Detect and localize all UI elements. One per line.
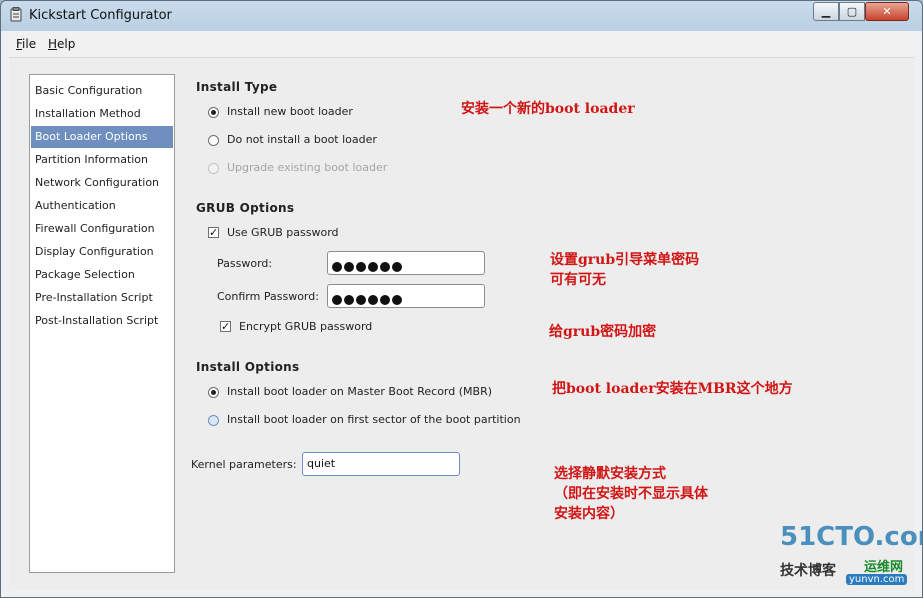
password-label: Password: [217, 257, 273, 270]
password-mask [332, 258, 404, 280]
menu-file[interactable]: File [16, 37, 36, 51]
annotation-encrypt: 给grub密码加密 [549, 324, 657, 340]
radio-install-new[interactable] [208, 107, 219, 118]
confirm-password-field[interactable] [327, 284, 485, 308]
annotation-silent-line1: 选择静默安装方式 [554, 466, 666, 482]
content-area: Basic Configuration Installation Method … [9, 57, 914, 590]
sidebar-item-basic-configuration[interactable]: Basic Configuration [31, 80, 173, 102]
sidebar-nav: Basic Configuration Installation Method … [29, 74, 175, 573]
minimize-button[interactable]: ▁ [813, 2, 839, 21]
radio-install-first-sector-label[interactable]: Install boot loader on first sector of t… [227, 413, 521, 426]
encrypt-grub-password-label[interactable]: Encrypt GRUB password [239, 320, 372, 333]
use-grub-password-checkbox[interactable]: ✓ [208, 227, 219, 238]
close-icon: ✕ [882, 5, 892, 18]
maximize-icon: ▢ [846, 5, 858, 18]
watermark-main: 51CTO.com [780, 522, 922, 552]
sidebar-item-boot-loader-options[interactable]: Boot Loader Options [31, 126, 173, 148]
confirm-password-mask [332, 291, 404, 313]
kernel-parameters-label: Kernel parameters: [191, 458, 297, 471]
watermark-yunwei: 运维网 [864, 560, 904, 575]
radio-do-not-install-label[interactable]: Do not install a boot loader [227, 133, 377, 146]
install-options-header: Install Options [196, 360, 300, 374]
sidebar-item-package-selection[interactable]: Package Selection [31, 264, 173, 286]
maximize-button[interactable]: ▢ [839, 2, 865, 21]
confirm-password-label: Confirm Password: [217, 290, 319, 303]
radio-install-first-sector[interactable] [208, 415, 219, 426]
sidebar-item-post-installation-script[interactable]: Post-Installation Script [31, 310, 173, 332]
grub-options-header: GRUB Options [196, 201, 295, 215]
annotation-silent-line3: 安装内容） [554, 506, 624, 522]
sidebar-item-network-configuration[interactable]: Network Configuration [31, 172, 173, 194]
annotation-grub-password-line2: 可有可无 [550, 272, 606, 288]
annotation-mbr: 把boot loader安装在MBR这个地方 [552, 381, 793, 397]
kernel-parameters-input[interactable]: quiet [302, 452, 460, 476]
watermark-blog: 技术博客 [780, 563, 836, 579]
sidebar-item-installation-method[interactable]: Installation Method [31, 103, 173, 125]
radio-install-new-label[interactable]: Install new boot loader [227, 105, 353, 118]
close-button[interactable]: ✕ [865, 2, 909, 21]
radio-install-mbr-label[interactable]: Install boot loader on Master Boot Recor… [227, 385, 492, 398]
use-grub-password-label[interactable]: Use GRUB password [227, 226, 339, 239]
sidebar-item-firewall-configuration[interactable]: Firewall Configuration [31, 218, 173, 240]
sidebar-item-authentication[interactable]: Authentication [31, 195, 173, 217]
main-window: Kickstart Configurator ▁ ▢ ✕ File Help B… [0, 0, 923, 598]
radio-install-mbr[interactable] [208, 387, 219, 398]
encrypt-grub-password-checkbox[interactable]: ✓ [220, 321, 231, 332]
sidebar-item-partition-information[interactable]: Partition Information [31, 149, 173, 171]
watermark-url: yunvn.com [846, 574, 908, 585]
radio-upgrade-existing[interactable] [208, 163, 219, 174]
sidebar-item-display-configuration[interactable]: Display Configuration [31, 241, 173, 263]
watermark-logo: 51CTO.com 技术博客 运维网 yunvn.com [780, 522, 922, 588]
radio-upgrade-existing-label[interactable]: Upgrade existing boot loader [227, 161, 387, 174]
annotation-grub-password-line1: 设置grub引导菜单密码 [550, 252, 700, 268]
title-bar[interactable]: Kickstart Configurator ▁ ▢ ✕ [1, 1, 922, 31]
annotation-silent-line2: （即在安装时不显示具体 [554, 486, 708, 502]
menu-help[interactable]: Help [48, 37, 75, 51]
radio-do-not-install[interactable] [208, 135, 219, 146]
menu-bar: File Help [9, 32, 914, 57]
minimize-icon: ▁ [821, 5, 831, 18]
window-title: Kickstart Configurator [29, 8, 172, 23]
install-type-header: Install Type [196, 80, 278, 94]
app-icon [10, 7, 22, 22]
sidebar-item-pre-installation-script[interactable]: Pre-Installation Script [31, 287, 173, 309]
password-field[interactable] [327, 251, 485, 275]
annotation-install-new: 安装一个新的boot loader [461, 101, 635, 117]
